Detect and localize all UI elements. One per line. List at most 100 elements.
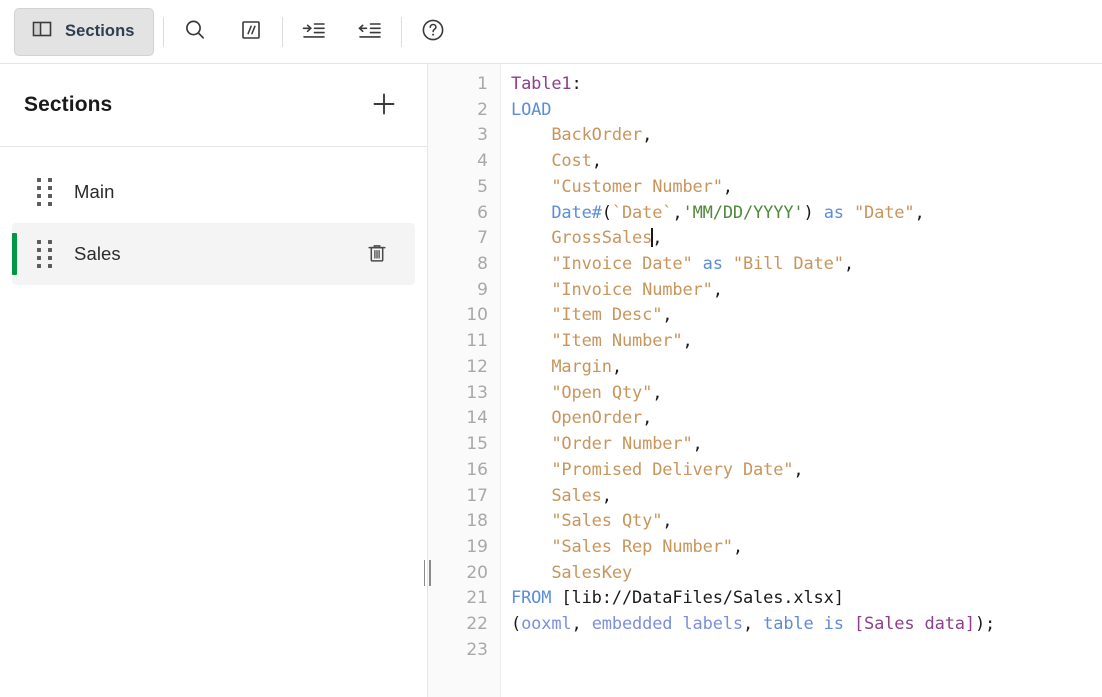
code-line[interactable]: (ooxml, embedded labels, table is [Sales… [511, 612, 1102, 638]
code-line[interactable]: "Sales Qty", [511, 509, 1102, 535]
drag-handle-icon[interactable] [30, 177, 60, 207]
comment-slashes-icon [238, 17, 264, 46]
code-token: `Date` [611, 202, 673, 223]
code-line[interactable]: Cost, [511, 149, 1102, 175]
sections-toggle-button[interactable]: Sections [14, 7, 154, 56]
code-line[interactable]: BackOrder, [511, 123, 1102, 149]
code-token: , [642, 408, 653, 429]
sections-sidebar: Sections Main Sales [0, 64, 427, 697]
comment-button[interactable] [229, 10, 273, 54]
line-number: 16 [466, 459, 488, 480]
code-line[interactable]: "Promised Delivery Date", [511, 458, 1102, 484]
code-line[interactable]: GrossSales, [511, 226, 1102, 252]
section-list-item-sales[interactable]: Sales [12, 223, 415, 285]
code-line[interactable] [511, 638, 1102, 664]
code-line[interactable]: "Sales Rep Number", [511, 535, 1102, 561]
line-number: 3 [477, 125, 488, 146]
line-number: 13 [466, 382, 488, 403]
code-token: Margin [551, 356, 612, 377]
code-token: "Sales Qty" [551, 511, 663, 532]
help-circle-icon [419, 16, 447, 47]
code-token: , [571, 614, 592, 635]
code-line[interactable]: "Item Desc", [511, 303, 1102, 329]
code-token: "Item Desc" [551, 305, 663, 326]
code-line[interactable]: LOAD [511, 98, 1102, 124]
resize-grip-icon[interactable] [418, 558, 436, 588]
code-token: "Sales Rep Number" [551, 536, 733, 557]
code-token: ) [803, 202, 814, 223]
code-line[interactable]: "Item Number", [511, 329, 1102, 355]
code-token: table is [763, 614, 844, 635]
code-token: , [672, 202, 683, 223]
code-content[interactable]: Table1: LOAD BackOrder, Cost, "Customer N… [501, 64, 1102, 697]
code-line[interactable]: "Open Qty", [511, 381, 1102, 407]
decrease-indent-button[interactable] [348, 10, 392, 54]
code-token: , [712, 279, 723, 300]
code-editor[interactable]: 1 2 3 4 5 6 7 8 9 10 11 12 13 14 15 16 17 18 19 20 21 22 23 Ta… [428, 64, 1102, 697]
code-token: ( [601, 202, 612, 223]
line-number: 1 [477, 74, 488, 94]
line-number: 17 [466, 485, 488, 506]
code-token: , [722, 176, 733, 197]
code-token: , [732, 536, 743, 557]
search-button[interactable] [173, 10, 217, 54]
line-number: 21 [466, 588, 488, 609]
selection-accent-bar [12, 233, 17, 275]
code-token: "Invoice Date" [551, 254, 693, 275]
code-token: "Order Number" [551, 434, 693, 455]
indent-decrease-icon [356, 17, 384, 46]
code-token: FROM [511, 588, 552, 609]
code-line[interactable]: Date#(`Date`,'MM/DD/YYYY') as "Date", [511, 201, 1102, 227]
help-button[interactable] [411, 10, 455, 54]
code-token: "Invoice Number" [551, 279, 713, 300]
drag-handle-icon[interactable] [30, 239, 60, 269]
code-token: : [571, 74, 582, 94]
sidebar-resize-splitter[interactable] [423, 64, 431, 697]
code-token: , [601, 485, 612, 506]
line-number: 2 [477, 99, 488, 120]
sections-title: Sections [24, 93, 113, 116]
code-line[interactable]: SalesKey [511, 561, 1102, 587]
code-token: , [914, 202, 925, 223]
line-number: 19 [466, 536, 488, 557]
code-line[interactable]: "Customer Number", [511, 175, 1102, 201]
section-list-item-main[interactable]: Main [12, 161, 415, 223]
line-number: 7 [477, 228, 488, 249]
code-token: , [642, 125, 653, 146]
code-line[interactable]: Sales, [511, 484, 1102, 510]
code-line[interactable]: "Invoice Number", [511, 278, 1102, 304]
code-line[interactable]: Margin, [511, 355, 1102, 381]
delete-section-button[interactable] [357, 234, 397, 274]
code-line[interactable]: "Invoice Date" as "Bill Date", [511, 252, 1102, 278]
code-token: Sales [551, 485, 602, 506]
line-number: 10 [466, 305, 488, 326]
section-name-label: Main [74, 181, 115, 202]
code-token: ( [511, 614, 522, 635]
add-section-button[interactable] [367, 88, 401, 122]
code-line[interactable]: Table1: [511, 72, 1102, 98]
code-line[interactable]: "Order Number", [511, 432, 1102, 458]
code-line[interactable]: FROM [lib://DataFiles/Sales.xlsx] [511, 586, 1102, 612]
selection-accent-bar [12, 171, 17, 213]
code-token: Cost [551, 151, 592, 172]
toolbar-divider-3 [400, 16, 402, 47]
code-token: embedded labels [591, 614, 743, 635]
line-number: 20 [466, 562, 488, 583]
code-token: , [682, 331, 693, 352]
code-line[interactable]: OpenOrder, [511, 406, 1102, 432]
increase-indent-button[interactable] [292, 10, 336, 54]
code-token: "Date" [853, 202, 915, 223]
code-token: LOAD [511, 99, 552, 120]
line-number: 6 [477, 202, 488, 223]
code-token: SalesKey [551, 562, 633, 583]
